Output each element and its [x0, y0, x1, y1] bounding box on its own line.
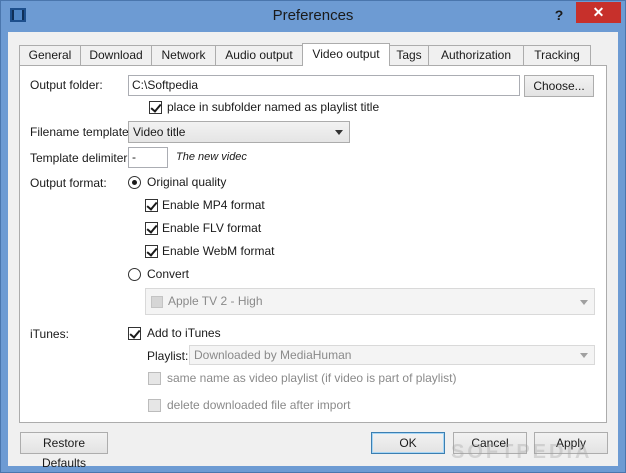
enable-flv-checkbox[interactable]	[145, 222, 158, 235]
template-preview-text: The new videc	[176, 151, 247, 163]
window-title: Preferences	[272, 7, 354, 24]
itunes-label: iTunes:	[30, 327, 69, 341]
title-bar[interactable]: Preferences ? ✕	[1, 1, 625, 32]
convert-radio[interactable]	[128, 268, 141, 281]
filename-template-label: Filename template:	[30, 125, 133, 139]
delete-after-import-checkbox[interactable]	[148, 399, 161, 412]
original-quality-radio[interactable]	[128, 176, 141, 189]
output-folder-label: Output folder:	[30, 78, 103, 92]
chevron-down-icon	[335, 130, 343, 135]
subfolder-checkbox[interactable]	[149, 101, 162, 114]
output-format-label: Output format:	[30, 176, 107, 190]
tab-video-output[interactable]: Video output	[302, 43, 390, 66]
enable-webm-label: Enable WebM format	[162, 244, 275, 258]
same-name-playlist-checkbox[interactable]	[148, 372, 161, 385]
tab-network[interactable]: Network	[151, 45, 216, 65]
preferences-window: Preferences ? ✕ General Download Network…	[0, 0, 626, 473]
filename-template-value: Video title	[133, 125, 186, 139]
chevron-down-icon	[580, 300, 588, 305]
ok-button[interactable]: OK	[371, 432, 445, 454]
add-to-itunes-checkbox[interactable]	[128, 327, 141, 340]
enable-flv-label: Enable FLV format	[162, 221, 262, 235]
playlist-select[interactable]: Downloaded by MediaHuman	[189, 345, 595, 365]
convert-preset-value: Apple TV 2 - High	[168, 294, 263, 308]
close-button[interactable]: ✕	[576, 2, 621, 23]
device-icon	[151, 296, 163, 308]
tab-authorization[interactable]: Authorization	[428, 45, 524, 65]
help-button[interactable]: ?	[550, 5, 568, 25]
convert-label: Convert	[147, 267, 190, 281]
add-to-itunes-label: Add to iTunes	[147, 326, 221, 340]
enable-mp4-checkbox[interactable]	[145, 199, 158, 212]
restore-defaults-button[interactable]: Restore Defaults	[20, 432, 108, 470]
tab-tracking[interactable]: Tracking	[523, 45, 591, 65]
enable-webm-checkbox[interactable]	[145, 245, 158, 258]
template-delimiter-field[interactable]: -	[128, 147, 168, 168]
template-delimiter-label: Template delimiter:	[30, 151, 131, 165]
delete-after-import-label: delete downloaded file after import	[167, 398, 351, 412]
same-name-playlist-label: same name as video playlist (if video is…	[167, 371, 457, 385]
dialog-body: General Download Network Audio output Vi…	[8, 32, 618, 470]
playlist-label: Playlist:	[147, 349, 189, 363]
softpedia-watermark: SOFTPEDIA	[451, 441, 593, 463]
tab-audio-output[interactable]: Audio output	[215, 45, 303, 65]
tab-general[interactable]: General	[19, 45, 81, 65]
original-quality-label: Original quality	[147, 175, 227, 189]
output-folder-field[interactable]: C:\Softpedia	[128, 75, 520, 96]
chevron-down-icon	[580, 353, 588, 358]
playlist-value: Downloaded by MediaHuman	[194, 348, 352, 362]
video-output-panel: Output folder: C:\Softpedia Choose... pl…	[19, 65, 607, 423]
tab-download[interactable]: Download	[80, 45, 152, 65]
choose-folder-button[interactable]: Choose...	[524, 75, 594, 97]
convert-preset-select[interactable]: Apple TV 2 - High	[145, 288, 595, 315]
enable-mp4-label: Enable MP4 format	[162, 198, 265, 212]
subfolder-checkbox-label: place in subfolder named as playlist tit…	[167, 100, 380, 114]
tab-tags[interactable]: Tags	[389, 45, 429, 65]
filename-template-select[interactable]: Video title	[128, 121, 350, 143]
